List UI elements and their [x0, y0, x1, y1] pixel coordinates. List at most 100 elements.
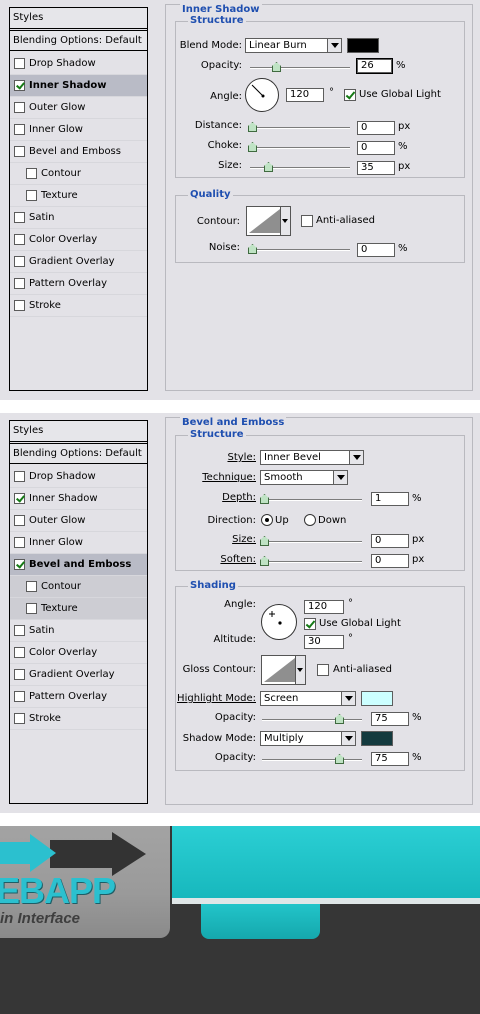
style-item-inner-shadow[interactable]: Inner Shadow	[10, 75, 147, 97]
style-item-satin[interactable]: Satin	[10, 620, 147, 642]
anti-aliased-checkbox[interactable]	[317, 664, 329, 676]
style-item-checkbox[interactable]	[26, 581, 37, 592]
style-item-checkbox[interactable]	[14, 58, 25, 69]
style-item-contour[interactable]: Contour	[10, 576, 147, 598]
style-item-inner-shadow[interactable]: Inner Shadow	[10, 488, 147, 510]
shadow-opacity-thumb[interactable]	[335, 754, 344, 764]
style-item-checkbox[interactable]	[14, 80, 25, 91]
use-global-light-checkbox[interactable]	[344, 89, 356, 101]
blend-mode-select[interactable]: Linear Burn	[245, 38, 342, 53]
highlight-opacity-input[interactable]: 75	[371, 712, 409, 726]
style-item-checkbox[interactable]	[14, 278, 25, 289]
noise-slider[interactable]	[248, 244, 350, 254]
style-item-checkbox[interactable]	[14, 537, 25, 548]
size-slider[interactable]	[260, 536, 362, 546]
style-item-checkbox[interactable]	[14, 691, 25, 702]
choke-input[interactable]: 0	[357, 141, 395, 155]
style-item-checkbox[interactable]	[14, 124, 25, 135]
style-item-bevel-and-emboss[interactable]: Bevel and Emboss	[10, 554, 147, 576]
distance-input[interactable]: 0	[357, 121, 395, 135]
depth-input[interactable]: 1	[371, 492, 409, 506]
style-item-outer-glow[interactable]: Outer Glow	[10, 97, 147, 119]
blending-options-header[interactable]: Blending Options: Default	[10, 443, 147, 464]
style-item-checkbox[interactable]	[14, 669, 25, 680]
angle-dial[interactable]	[261, 604, 297, 640]
style-item-texture[interactable]: Texture	[10, 598, 147, 620]
style-item-checkbox[interactable]	[14, 146, 25, 157]
gloss-contour-picker[interactable]	[261, 655, 306, 685]
technique-select[interactable]: Smooth	[260, 470, 348, 485]
highlight-opacity-thumb[interactable]	[335, 714, 344, 724]
noise-slider-thumb[interactable]	[248, 244, 257, 254]
style-item-checkbox[interactable]	[26, 603, 37, 614]
angle-input[interactable]: 120	[286, 88, 324, 102]
style-item-checkbox[interactable]	[14, 713, 25, 724]
size-input[interactable]: 35	[357, 161, 395, 175]
style-item-checkbox[interactable]	[14, 647, 25, 658]
style-item-inner-glow[interactable]: Inner Glow	[10, 532, 147, 554]
angle-dial[interactable]	[245, 78, 279, 112]
depth-slider-thumb[interactable]	[260, 494, 269, 504]
style-item-checkbox[interactable]	[14, 559, 25, 570]
soften-slider-thumb[interactable]	[260, 556, 269, 566]
style-item-inner-glow[interactable]: Inner Glow	[10, 119, 147, 141]
style-item-checkbox[interactable]	[14, 493, 25, 504]
opacity-slider[interactable]	[250, 62, 350, 72]
style-item-gradient-overlay[interactable]: Gradient Overlay	[10, 251, 147, 273]
direction-up-radio[interactable]	[261, 514, 273, 526]
style-item-drop-shadow[interactable]: Drop Shadow	[10, 466, 147, 488]
style-item-texture[interactable]: Texture	[10, 185, 147, 207]
anti-aliased-checkbox[interactable]	[301, 215, 313, 227]
use-global-light-checkbox[interactable]	[304, 618, 316, 630]
shadow-opacity-input[interactable]: 75	[371, 752, 409, 766]
style-item-stroke[interactable]: Stroke	[10, 295, 147, 317]
style-item-outer-glow[interactable]: Outer Glow	[10, 510, 147, 532]
styles-header[interactable]: Styles	[10, 8, 147, 29]
style-item-checkbox[interactable]	[14, 234, 25, 245]
blending-options-header[interactable]: Blending Options: Default	[10, 30, 147, 51]
choke-slider[interactable]	[248, 142, 350, 152]
direction-down-radio[interactable]	[304, 514, 316, 526]
highlight-mode-select[interactable]: Screen	[260, 691, 356, 706]
noise-input[interactable]: 0	[357, 243, 395, 257]
style-item-checkbox[interactable]	[14, 625, 25, 636]
size-slider-thumb[interactable]	[260, 536, 269, 546]
style-item-checkbox[interactable]	[14, 515, 25, 526]
style-item-checkbox[interactable]	[14, 471, 25, 482]
contour-picker[interactable]	[246, 206, 291, 236]
size-slider-thumb[interactable]	[264, 162, 273, 172]
distance-slider[interactable]	[248, 122, 350, 132]
active-nav-tab[interactable]	[201, 904, 320, 939]
style-item-color-overlay[interactable]: Color Overlay	[10, 642, 147, 664]
highlight-opacity-slider[interactable]	[262, 714, 362, 724]
shadow-color-swatch[interactable]	[361, 731, 393, 746]
shadow-mode-select[interactable]: Multiply	[260, 731, 356, 746]
angle-input[interactable]: 120	[304, 600, 344, 614]
soften-input[interactable]: 0	[371, 554, 409, 568]
style-item-satin[interactable]: Satin	[10, 207, 147, 229]
chevron-down-icon[interactable]	[295, 656, 305, 684]
style-item-contour[interactable]: Contour	[10, 163, 147, 185]
style-select[interactable]: Inner Bevel	[260, 450, 364, 465]
choke-slider-thumb[interactable]	[248, 142, 257, 152]
style-item-drop-shadow[interactable]: Drop Shadow	[10, 53, 147, 75]
style-item-stroke[interactable]: Stroke	[10, 708, 147, 730]
style-item-gradient-overlay[interactable]: Gradient Overlay	[10, 664, 147, 686]
style-item-checkbox[interactable]	[14, 300, 25, 311]
style-item-checkbox[interactable]	[26, 190, 37, 201]
distance-slider-thumb[interactable]	[248, 122, 257, 132]
size-input[interactable]: 0	[371, 534, 409, 548]
style-item-checkbox[interactable]	[14, 256, 25, 267]
style-item-checkbox[interactable]	[14, 212, 25, 223]
size-slider[interactable]	[250, 162, 350, 172]
style-item-checkbox[interactable]	[14, 102, 25, 113]
style-item-checkbox[interactable]	[26, 168, 37, 179]
blend-color-swatch[interactable]	[347, 38, 379, 53]
altitude-input[interactable]: 30	[304, 635, 344, 649]
opacity-slider-thumb[interactable]	[272, 62, 281, 72]
style-item-pattern-overlay[interactable]: Pattern Overlay	[10, 273, 147, 295]
shadow-opacity-slider[interactable]	[262, 754, 362, 764]
style-item-color-overlay[interactable]: Color Overlay	[10, 229, 147, 251]
depth-slider[interactable]	[260, 494, 362, 504]
soften-slider[interactable]	[260, 556, 362, 566]
